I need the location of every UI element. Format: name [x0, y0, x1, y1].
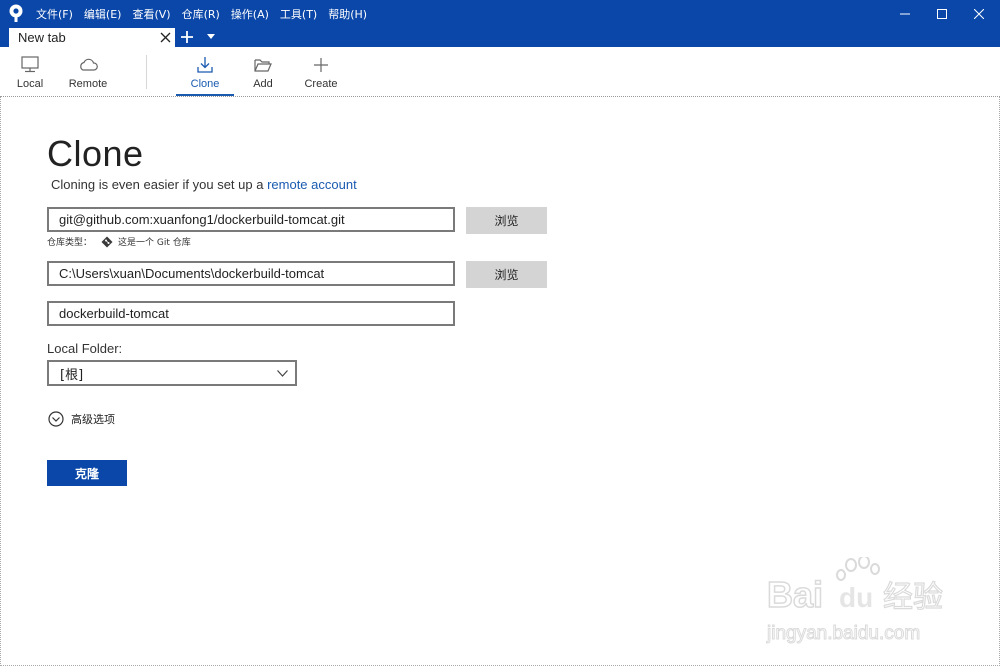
watermark-url: jingyan.baidu.com [766, 623, 920, 644]
watermark-brand: Bai [767, 574, 823, 615]
cloud-icon [80, 58, 98, 71]
monitor-icon [21, 56, 39, 73]
advanced-options-toggle[interactable]: 高级选项 [48, 411, 115, 427]
folder-open-icon [254, 59, 272, 72]
remote-button[interactable]: Remote [64, 47, 112, 96]
tab-dropdown-icon[interactable] [207, 34, 215, 40]
maximize-icon [937, 8, 947, 19]
remote-account-link[interactable]: remote account [267, 177, 357, 192]
watermark-brand-cn: 经验 [883, 580, 943, 615]
add-tab-icon[interactable] [180, 30, 194, 44]
menu-edit[interactable]: 编辑(E) [84, 6, 122, 22]
local-label: Local [16, 78, 44, 90]
browse-source-button[interactable]: 浏览 [466, 207, 547, 234]
local-folder-label: Local Folder: [47, 341, 123, 356]
tab-new-tab[interactable]: New tab [9, 28, 175, 47]
tab-close-icon[interactable] [160, 32, 171, 43]
repo-type-label: 仓库类型： [47, 238, 93, 248]
repo-type-value: 这是一个 Git 仓库 [118, 238, 191, 248]
expand-circle-icon [48, 411, 64, 427]
toolbar-divider [146, 55, 147, 89]
browse-destination-button[interactable]: 浏览 [466, 261, 547, 288]
remote-label: Remote [68, 78, 108, 90]
clone-label: Clone [190, 78, 220, 90]
maximize-button[interactable] [924, 0, 960, 27]
menu-actions[interactable]: 操作(A) [231, 6, 269, 22]
name-input[interactable]: dockerbuild-tomcat [47, 301, 455, 326]
git-icon [101, 236, 113, 247]
plus-icon [314, 58, 328, 72]
minimize-icon [900, 13, 910, 14]
clone-submit-button[interactable]: 克隆 [47, 460, 127, 486]
toolbar: Local Remote Clone Add Create [0, 47, 1000, 97]
chevron-down-icon [277, 370, 288, 377]
destination-path-input[interactable]: C:\Users\xuan\Documents\dockerbuild-tomc… [47, 261, 455, 286]
create-button[interactable]: Create [298, 47, 344, 96]
clone-tab-button[interactable]: Clone [176, 47, 234, 96]
advanced-options-label: 高级选项 [71, 413, 115, 426]
tab-label: New tab [18, 30, 66, 45]
baidu-jingyan-watermark: Bai du 经验 jingyan.baidu.com [766, 557, 944, 645]
title-bar: 文件(F) 编辑(E) 查看(V) 仓库(R) 操作(A) 工具(T) 帮助(H… [0, 0, 1000, 27]
source-url-input[interactable]: git@github.com:xuanfong1/dockerbuild-tom… [47, 207, 455, 232]
close-icon [974, 8, 984, 19]
menu-bar: 文件(F) 编辑(E) 查看(V) 仓库(R) 操作(A) 工具(T) 帮助(H… [36, 0, 378, 27]
add-label: Add [253, 78, 273, 90]
menu-tools[interactable]: 工具(T) [280, 6, 317, 22]
tab-strip: New tab [0, 27, 1000, 47]
local-folder-value: [根] [60, 367, 84, 383]
menu-repository[interactable]: 仓库(R) [182, 6, 220, 22]
sourcetree-logo-icon [9, 4, 23, 22]
download-icon [197, 57, 213, 73]
close-window-button[interactable] [961, 0, 997, 27]
menu-help[interactable]: 帮助(H) [328, 6, 367, 22]
create-label: Create [304, 78, 338, 90]
watermark-brand-2: du [839, 582, 873, 613]
menu-view[interactable]: 查看(V) [132, 6, 170, 22]
minimize-button[interactable] [887, 0, 923, 27]
page-subtitle: Cloning is even easier if you set up a r… [51, 177, 357, 192]
local-folder-select[interactable]: [根] [47, 360, 297, 386]
page-title: Clone [47, 133, 144, 174]
local-button[interactable]: Local [10, 47, 50, 96]
repo-type: 仓库类型： 这是一个 Git 仓库 [47, 235, 191, 248]
menu-file[interactable]: 文件(F) [36, 6, 73, 22]
add-button[interactable]: Add [243, 47, 283, 96]
subtitle-text: Cloning is even easier if you set up a [51, 177, 268, 192]
